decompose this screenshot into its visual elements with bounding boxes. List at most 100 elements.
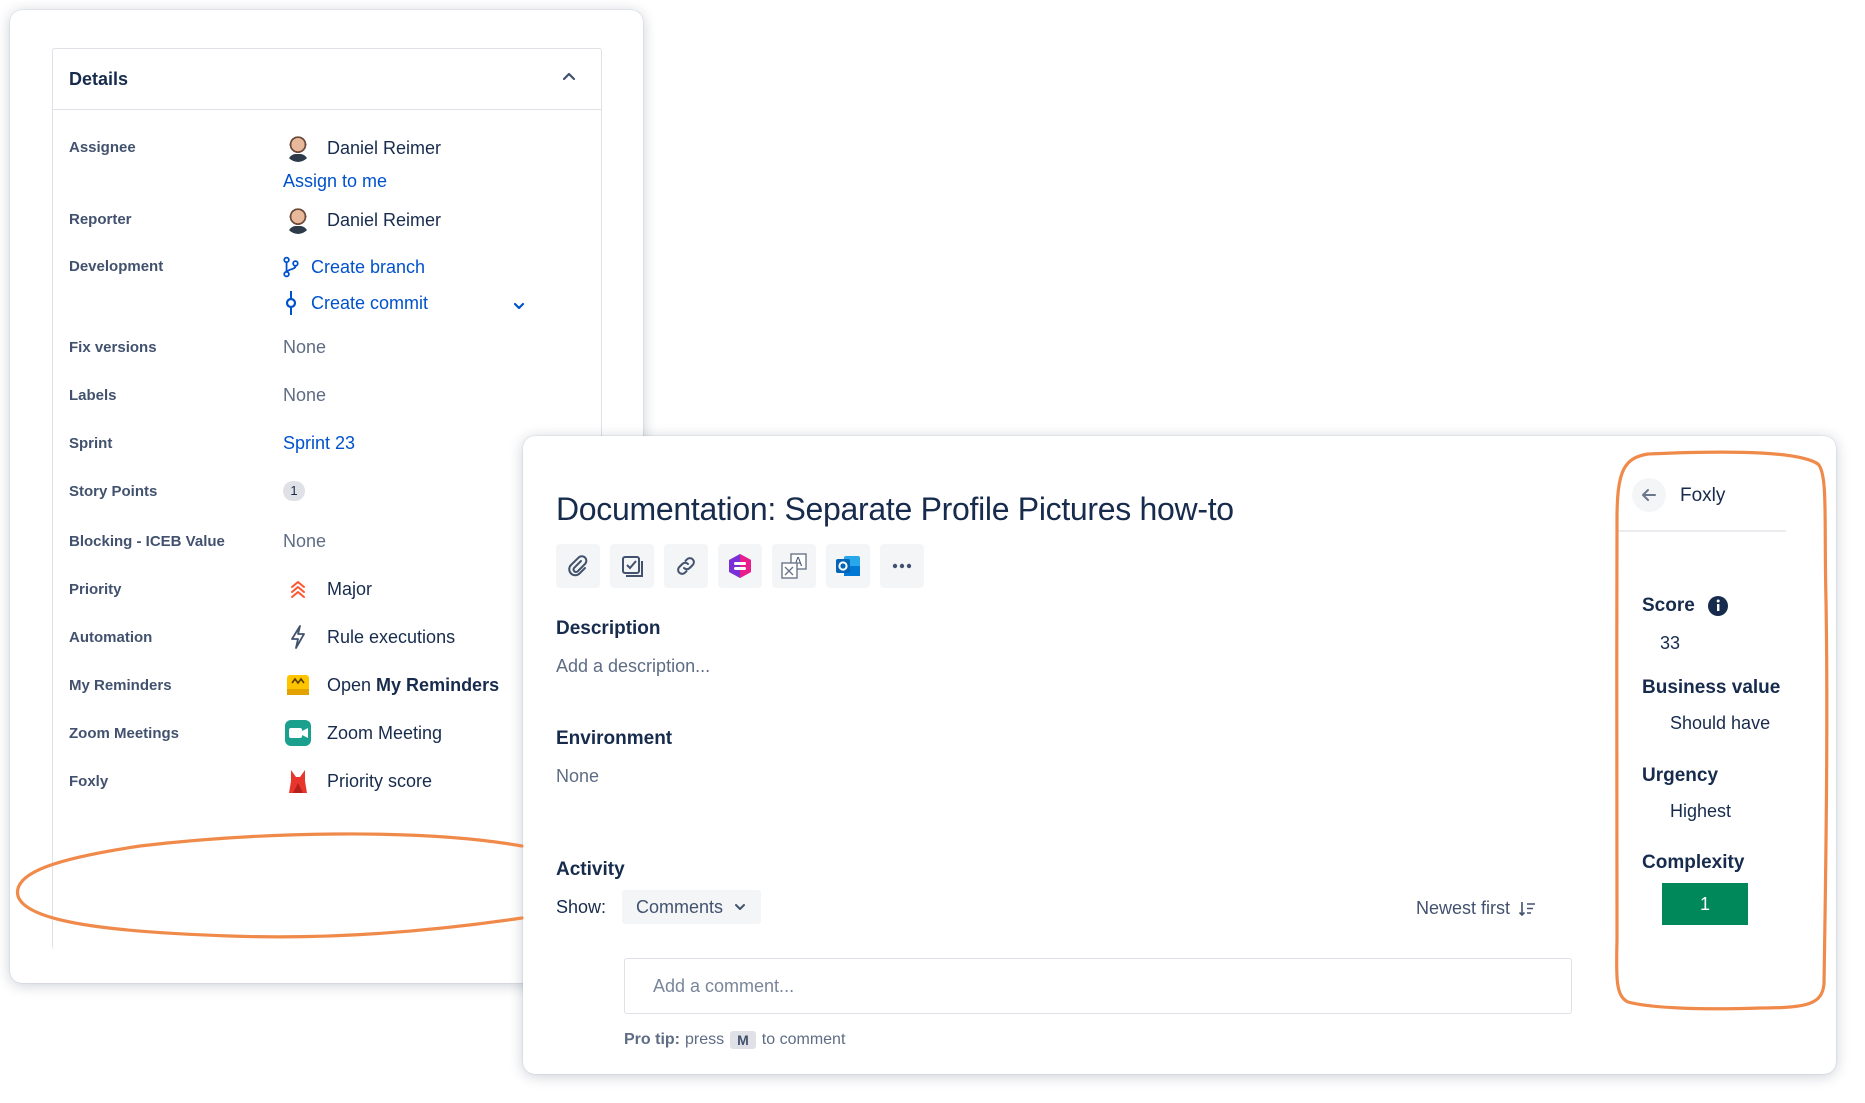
divider bbox=[1618, 530, 1786, 532]
comment-input[interactable]: Add a comment... bbox=[624, 958, 1572, 1014]
environment-heading: Environment bbox=[556, 728, 673, 749]
field-story-points: Story Points 1 bbox=[53, 461, 601, 511]
chevron-down-icon bbox=[735, 904, 746, 910]
field-label: Fix versions bbox=[69, 339, 157, 356]
chevron-up-icon[interactable] bbox=[559, 67, 579, 87]
assignee-name: Daniel Reimer bbox=[327, 137, 442, 158]
field-automation: Automation Rule executions bbox=[53, 605, 601, 655]
back-arrow-icon[interactable] bbox=[1632, 478, 1666, 512]
field-label: Reporter bbox=[69, 211, 132, 228]
create-commit-label: Create commit bbox=[311, 292, 429, 313]
field-label: Priority bbox=[69, 581, 122, 598]
translate-icon[interactable]: A bbox=[772, 544, 816, 588]
automation-value[interactable]: Rule executions bbox=[283, 622, 455, 652]
open-reminders-prefix: Open bbox=[327, 674, 377, 695]
issue-title[interactable]: Documentation: Separate Profile Pictures… bbox=[556, 491, 1234, 528]
open-reminders-bold: My Reminders bbox=[376, 674, 500, 695]
sort-label: Newest first bbox=[1416, 898, 1511, 918]
environment-value[interactable]: None bbox=[556, 766, 599, 787]
field-development: Development Create branch Create commit bbox=[53, 236, 601, 326]
details-title: Details bbox=[69, 69, 129, 89]
foxly-panel: Foxly Score 33 Business value Should hav… bbox=[1618, 451, 1793, 941]
activity-filter-label: Comments bbox=[636, 896, 724, 917]
field-labels: Labels None bbox=[53, 365, 601, 415]
attachment-icon[interactable] bbox=[556, 544, 600, 588]
reporter-name: Daniel Reimer bbox=[327, 209, 442, 230]
field-label: Automation bbox=[69, 629, 153, 646]
protip-label: Pro tip: bbox=[624, 1031, 680, 1048]
chevron-down-icon[interactable] bbox=[511, 298, 527, 314]
priority-score-link[interactable]: Priority score bbox=[283, 766, 432, 796]
show-label: Show: bbox=[556, 896, 607, 917]
assignee-value[interactable]: Daniel Reimer bbox=[283, 133, 441, 163]
priority-score-label: Priority score bbox=[327, 770, 433, 791]
field-label: Development bbox=[69, 258, 164, 275]
activity-heading: Activity bbox=[556, 859, 625, 880]
field-zoom-meetings: Zoom Meetings Zoom Meeting bbox=[53, 701, 601, 751]
field-my-reminders: My Reminders Open My Reminders bbox=[53, 653, 601, 703]
zoom-meeting-link[interactable]: Zoom Meeting bbox=[283, 718, 442, 748]
field-label: Story Points bbox=[69, 483, 158, 500]
foxly-name: Foxly bbox=[1680, 485, 1726, 506]
more-icon[interactable] bbox=[880, 544, 924, 588]
blocking-value[interactable]: None bbox=[283, 531, 326, 552]
fix-versions-value[interactable]: None bbox=[283, 337, 326, 358]
urgency-label: Urgency bbox=[1642, 765, 1719, 786]
activity-show-row: Show: Comments bbox=[556, 890, 762, 924]
create-branch-link[interactable]: Create branch bbox=[283, 252, 425, 282]
field-foxly: Foxly Priority score bbox=[53, 749, 601, 799]
protip-press: press bbox=[685, 1031, 725, 1048]
urgency-value: Highest bbox=[1670, 801, 1732, 821]
score-value: 33 bbox=[1660, 633, 1681, 653]
create-commit-link[interactable]: Create commit bbox=[283, 288, 428, 318]
zoom-meeting-label: Zoom Meeting bbox=[327, 722, 443, 743]
checklist-icon[interactable] bbox=[610, 544, 654, 588]
field-sprint: Sprint Sprint 23 bbox=[53, 413, 601, 463]
issue-toolbar: A bbox=[556, 544, 924, 588]
rule-executions-label: Rule executions bbox=[327, 626, 456, 647]
field-label: Foxly bbox=[69, 773, 109, 790]
avatar bbox=[283, 133, 313, 163]
description-heading: Description bbox=[556, 618, 661, 639]
description-placeholder[interactable]: Add a description... bbox=[556, 656, 710, 677]
link-icon[interactable] bbox=[664, 544, 708, 588]
comment-placeholder: Add a comment... bbox=[653, 976, 795, 996]
priority-major-icon bbox=[283, 574, 313, 604]
field-label: Zoom Meetings bbox=[69, 725, 180, 742]
field-label: Blocking - ICEB Value bbox=[69, 533, 225, 550]
labels-value[interactable]: None bbox=[283, 385, 326, 406]
details-panel: Details Assignee Daniel Reimer Assign to… bbox=[52, 48, 602, 949]
pro-tip: Pro tip: press M to comment bbox=[624, 1031, 845, 1049]
story-points-value[interactable]: 1 bbox=[283, 481, 305, 501]
priority-value[interactable]: Major bbox=[283, 574, 372, 604]
field-label: Sprint bbox=[69, 435, 113, 452]
field-blocking-iceb: Blocking - ICEB Value None bbox=[53, 509, 601, 559]
avatar bbox=[283, 205, 313, 235]
foxly-icon bbox=[283, 766, 313, 796]
sprint-link[interactable]: Sprint 23 bbox=[283, 433, 355, 454]
info-icon[interactable] bbox=[1707, 595, 1729, 617]
protip-suffix: to comment bbox=[761, 1031, 846, 1048]
create-branch-label: Create branch bbox=[311, 256, 426, 277]
business-value: Should have bbox=[1670, 713, 1771, 733]
sort-toggle[interactable]: Newest first bbox=[1416, 898, 1536, 919]
app-stack-icon[interactable] bbox=[718, 544, 762, 588]
reporter-value[interactable]: Daniel Reimer bbox=[283, 205, 441, 235]
branch-icon bbox=[283, 252, 299, 282]
priority-label: Major bbox=[327, 578, 373, 599]
field-fix-versions: Fix versions None bbox=[53, 317, 601, 367]
score-label: Score bbox=[1642, 595, 1695, 616]
commit-icon bbox=[283, 288, 299, 318]
field-reporter: Reporter Daniel Reimer bbox=[53, 189, 601, 239]
zoom-icon bbox=[283, 718, 313, 748]
outlook-icon[interactable] bbox=[826, 544, 870, 588]
business-value-label: Business value bbox=[1642, 677, 1781, 698]
sort-icon bbox=[1518, 901, 1536, 916]
my-reminders-icon bbox=[283, 670, 313, 700]
activity-filter-dropdown[interactable]: Comments bbox=[622, 890, 762, 924]
open-reminders-link[interactable]: Open My Reminders bbox=[283, 670, 499, 700]
complexity-badge: 1 bbox=[1662, 883, 1748, 925]
score-heading: Score bbox=[1642, 595, 1729, 617]
field-label: My Reminders bbox=[69, 677, 172, 694]
details-header[interactable]: Details bbox=[53, 49, 601, 110]
